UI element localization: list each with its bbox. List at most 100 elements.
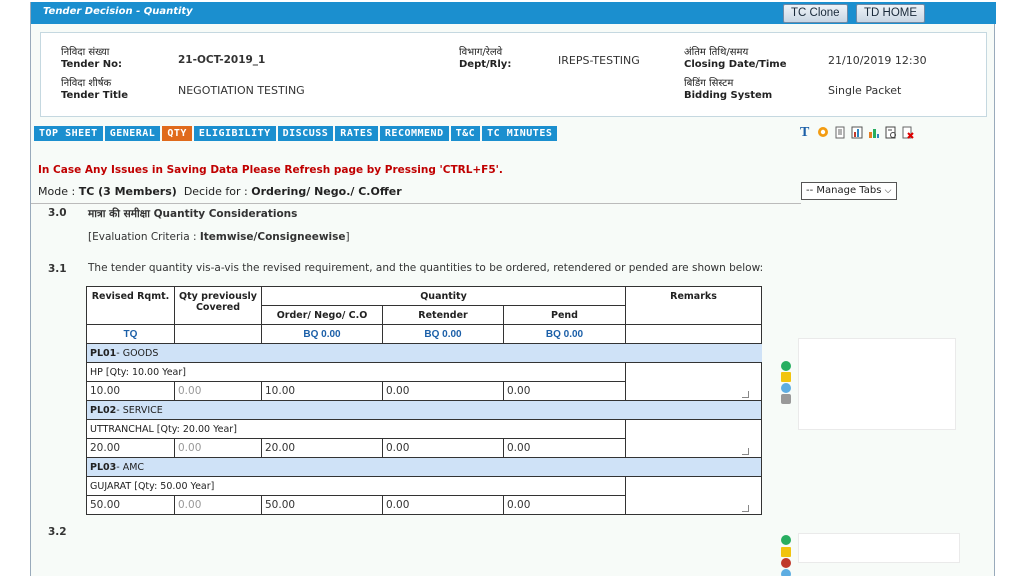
section-3-0-number: 3.0 [48, 207, 67, 219]
header-pend: Pend [502, 305, 627, 325]
section-3-1-number: 3.1 [48, 263, 67, 275]
pl-row: PL01- GOODS [85, 343, 762, 363]
td-home-button[interactable]: TD HOME [856, 4, 926, 23]
header-order: Order/ Nego/ C.O [261, 305, 383, 325]
section-3-0-title: मात्रा की समीक्षा Quantity Consideration… [88, 208, 298, 220]
bidding-system-label: बिडिंग सिस्टम Bidding System [684, 78, 773, 101]
stop-icon[interactable] [781, 558, 791, 568]
dept-value: IREPS-TESTING [558, 54, 640, 67]
prev-covered-input: 0.00 [174, 438, 262, 458]
quantity-table: Revised Rqmt. Qty previously Covered Qua… [85, 286, 763, 515]
consignee-label: GUJARAT [Qty: 50.00 Year] [85, 476, 627, 496]
close-doc-icon[interactable] [902, 126, 914, 139]
remarks-textarea[interactable] [625, 419, 763, 458]
order-input[interactable]: 10.00 [261, 381, 383, 401]
refresh-warning: In Case Any Issues in Saving Data Please… [38, 164, 503, 176]
tender-title-value: NEGOTIATION TESTING [178, 84, 305, 97]
list-icon[interactable] [781, 547, 791, 557]
manage-tabs-select[interactable]: -- Manage Tabs ⌵ [801, 182, 897, 200]
header-quantity: Quantity [260, 286, 627, 306]
resize-handle-icon[interactable] [742, 448, 750, 455]
pl-row: PL02- SERVICE [85, 400, 763, 420]
side-panel [798, 338, 956, 430]
chevron-down-icon: ⌵ [884, 186, 892, 196]
download-icon[interactable] [781, 361, 791, 371]
pend-input[interactable]: 0.00 [502, 381, 627, 401]
tab-discuss[interactable]: DISCUSS [277, 126, 334, 141]
bidding-system-value: Single Packet [828, 84, 902, 97]
tab-tandc[interactable]: T&C [450, 126, 481, 141]
bq-order: BQ 0.00 [261, 324, 383, 344]
section-3-1-text: The tender quantity vis-a-vis the revise… [88, 262, 764, 274]
mode-line: Mode : TC (3 Members) Decide for : Order… [38, 185, 402, 198]
chart-icon[interactable] [851, 126, 863, 139]
bq-pend: BQ 0.00 [502, 324, 627, 344]
download-icon[interactable] [781, 535, 791, 545]
side-panel [798, 533, 960, 563]
pl-row: PL03- AMC [85, 457, 763, 477]
header-remarks: Remarks [625, 286, 763, 325]
pend-input[interactable]: 0.00 [502, 438, 627, 458]
report-icon[interactable] [885, 126, 897, 139]
consignee-label: HP [Qty: 10.00 Year] [85, 362, 627, 382]
prev-covered-input: 0.00 [174, 381, 262, 401]
evaluation-criteria: [Evaluation Criteria : Itemwise/Consigne… [88, 231, 350, 243]
remarks-textarea[interactable] [625, 362, 763, 401]
consignee-row: UTTRANCHAL [Qty: 20.00 Year] [85, 419, 763, 458]
document-icon[interactable] [834, 126, 846, 139]
section-3-2-number: 3.2 [48, 526, 67, 538]
order-input[interactable]: 20.00 [261, 438, 383, 458]
header-revised-rqmt: Revised Rqmt. [86, 286, 175, 325]
pl-label: PL02- SERVICE [85, 400, 763, 420]
revised-input[interactable]: 50.00 [86, 495, 175, 515]
retender-input[interactable]: 0.00 [382, 495, 504, 515]
pend-input[interactable]: 0.00 [502, 495, 627, 515]
header-qty-previously-covered: Qty previously Covered [174, 286, 262, 325]
info-icon[interactable] [781, 569, 791, 576]
dept-label: विभाग/रेलवे Dept/Rly: [459, 47, 512, 70]
text-icon[interactable]: T [800, 126, 812, 140]
tender-title-label: निविदा शीर्षक Tender Title [61, 78, 128, 101]
remarks-textarea[interactable] [625, 476, 763, 515]
bars-icon[interactable] [868, 126, 880, 139]
tender-no-label: निविदा संख्या Tender No: [61, 47, 122, 70]
tab-rates[interactable]: RATES [335, 126, 378, 141]
resize-handle-icon[interactable] [742, 505, 750, 512]
pl-label: PL03- AMC [85, 457, 763, 477]
tab-eligibility[interactable]: ELIGIBILITY [193, 126, 276, 141]
page-frame: Tender Decision - Quantity TC Clone TD H… [30, 2, 996, 576]
closing-date-value: 21/10/2019 12:30 [828, 54, 927, 67]
trash-icon[interactable] [781, 394, 791, 404]
tab-general[interactable]: GENERAL [104, 126, 161, 141]
closing-date-label: अंतिम तिथि/समय Closing Date/Time [684, 47, 787, 70]
retender-input[interactable]: 0.00 [382, 381, 504, 401]
empty-cell [174, 324, 262, 344]
info-icon[interactable] [781, 383, 791, 393]
tab-qty[interactable]: QTY [162, 126, 192, 141]
refresh-icon[interactable] [817, 126, 829, 139]
tender-no-value: 21-OCT-2019_1 [178, 54, 266, 66]
consignee-row: GUJARAT [Qty: 50.00 Year] [85, 476, 763, 515]
consignee-label: UTTRANCHAL [Qty: 20.00 Year] [85, 419, 627, 439]
toolbar-icons: T [800, 126, 914, 140]
empty-cell [625, 324, 763, 344]
tab-top-sheet[interactable]: TOP SHEET [34, 126, 103, 141]
bq-retender: BQ 0.00 [382, 324, 504, 344]
header-retender: Retender [382, 305, 504, 325]
consignee-row: HP [Qty: 10.00 Year] [85, 362, 763, 401]
tab-tc-minutes[interactable]: TC MINUTES [482, 126, 558, 141]
resize-handle-icon[interactable] [742, 391, 750, 398]
order-input[interactable]: 50.00 [261, 495, 383, 515]
tq-link[interactable]: TQ [86, 324, 175, 344]
tender-info-box: निविदा संख्या Tender No: 21-OCT-2019_1 नि… [40, 32, 987, 117]
tab-bar: TOP SHEET GENERAL QTY ELIGIBILITY DISCUS… [34, 126, 558, 141]
title-bar: Tender Decision - Quantity TC Clone TD H… [31, 2, 996, 24]
retender-input[interactable]: 0.00 [382, 438, 504, 458]
prev-covered-input: 0.00 [174, 495, 262, 515]
tc-clone-button[interactable]: TC Clone [783, 4, 848, 23]
revised-input[interactable]: 20.00 [86, 438, 175, 458]
tab-recommend[interactable]: RECOMMEND [379, 126, 449, 141]
revised-input[interactable]: 10.00 [86, 381, 175, 401]
list-icon[interactable] [781, 372, 791, 382]
page-title: Tender Decision - Quantity [43, 6, 193, 17]
